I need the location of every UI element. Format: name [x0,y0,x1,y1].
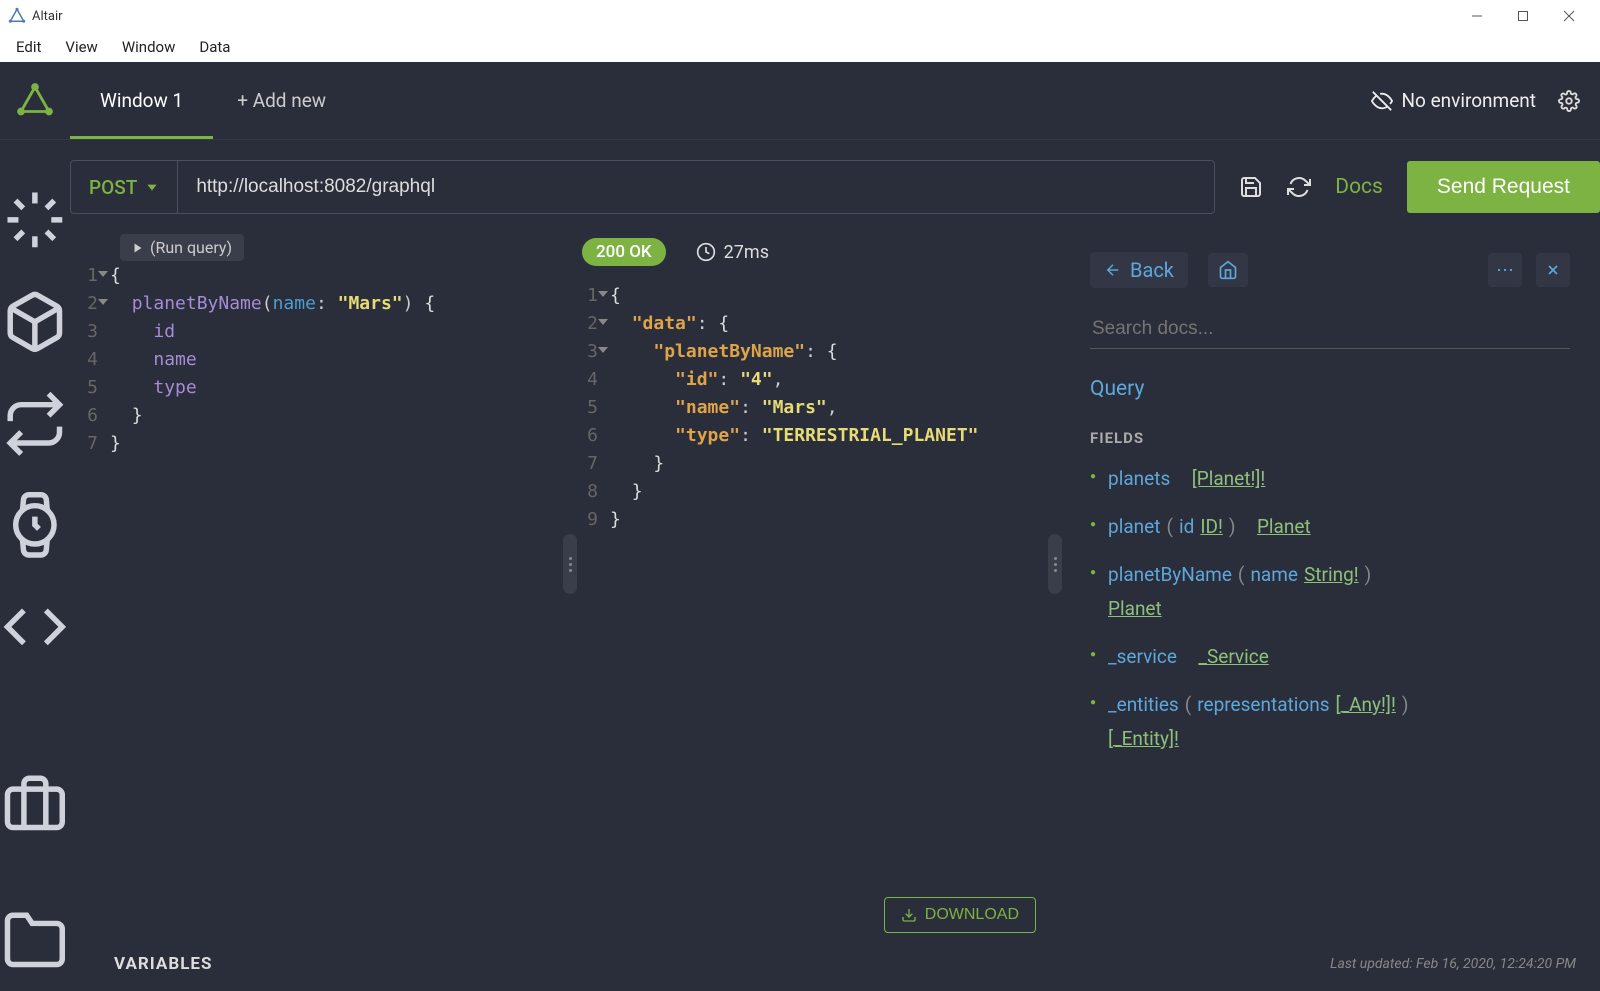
resize-handle-left[interactable] [563,534,577,594]
docs-back-label: Back [1130,258,1174,282]
left-rail [0,140,70,991]
docs-field-planetByName: planetByName ( name String! )Planet [1090,561,1570,623]
field-name[interactable]: planets [1108,465,1170,493]
menu-edit[interactable]: Edit [4,34,53,60]
url-bar: POST Docs Send Request [70,140,1600,234]
environment-selector[interactable]: No environment [1371,89,1536,112]
field-name[interactable]: planet [1108,513,1160,541]
run-query-hint[interactable]: (Run query) [120,234,244,261]
docs-close-button[interactable] [1536,253,1570,287]
cube-icon[interactable] [2,289,68,355]
download-icon [901,907,917,923]
download-label: DOWNLOAD [925,906,1019,924]
tab-window-1[interactable]: Window 1 [70,62,213,139]
tab-label: Window 1 [100,89,183,112]
repeat-icon[interactable] [2,391,68,457]
docs-panel: Back ⋯ [1060,234,1600,947]
run-query-label: (Run query) [150,238,232,257]
watch-icon[interactable] [2,492,68,558]
menu-data[interactable]: Data [187,34,242,60]
docs-more-button[interactable]: ⋯ [1488,253,1522,287]
field-name[interactable]: planetByName [1108,561,1232,589]
add-tab-label: + Add new [237,89,326,112]
field-name[interactable]: _entities [1108,691,1179,719]
last-updated-label: Last updated: Feb 16, 2020, 12:24:20 PM [1330,956,1576,972]
response-time-value: 27ms [724,242,769,263]
play-icon [132,242,144,254]
send-request-button[interactable]: Send Request [1407,161,1600,213]
eye-off-icon [1371,90,1393,112]
download-button[interactable]: DOWNLOAD [884,897,1036,933]
http-method-select[interactable]: POST [70,160,177,214]
response-time: 27ms [696,242,769,263]
close-icon [1545,262,1561,278]
menubar: EditViewWindowData [0,32,1600,62]
window-maximize-button[interactable] [1500,0,1546,32]
resize-handle-right[interactable] [1048,534,1062,594]
docs-search-input[interactable] [1090,310,1570,349]
docs-home-button[interactable] [1208,253,1248,287]
query-editor[interactable]: (Run query) 1234567{ planetByName(name: … [70,234,570,947]
code-icon[interactable] [2,594,68,660]
chevron-down-icon [145,180,159,194]
app-icon [8,7,26,25]
window-minimize-button[interactable] [1454,0,1500,32]
field-name[interactable]: _service [1108,643,1177,671]
arrow-left-icon [1104,261,1122,279]
window-titlebar: Altair [0,0,1600,32]
folder-icon[interactable] [2,907,68,973]
add-tab-button[interactable]: + Add new [213,62,350,139]
altair-logo-icon [14,80,56,122]
home-icon [1218,260,1238,280]
topbar: Window 1 + Add new No environment [0,62,1600,140]
http-method-label: POST [89,176,137,199]
briefcase-icon[interactable] [2,770,68,836]
variables-toggle[interactable]: VARIABLES [114,954,212,974]
menu-view[interactable]: View [53,34,109,60]
environment-label: No environment [1401,89,1536,112]
docs-field-planets: planets [Planet!]! [1090,465,1570,493]
menu-window[interactable]: Window [110,34,188,60]
bottom-bar: VARIABLES Last updated: Feb 16, 2020, 12… [70,947,1600,991]
url-input[interactable] [177,160,1215,214]
save-icon[interactable] [1239,175,1263,199]
clock-icon [696,242,716,262]
refresh-icon[interactable] [1287,175,1311,199]
loading-icon[interactable] [2,187,68,253]
docs-fields-header: FIELDS [1090,429,1570,447]
docs-root-type[interactable]: Query [1090,377,1570,401]
window-title: Altair [32,9,63,24]
docs-toggle[interactable]: Docs [1335,175,1383,199]
settings-icon[interactable] [1558,90,1580,112]
docs-back-button[interactable]: Back [1090,252,1188,288]
response-viewer: 200 OK 27ms 123456789{ "data": { "planet… [570,234,1060,947]
window-close-button[interactable] [1546,0,1592,32]
docs-field-_service: _service _Service [1090,643,1570,671]
docs-field-planet: planet ( id ID! ) Planet [1090,513,1570,541]
docs-field-_entities: _entities ( representations [_Any!]! )[_… [1090,691,1570,753]
response-status-badge: 200 OK [582,238,666,266]
